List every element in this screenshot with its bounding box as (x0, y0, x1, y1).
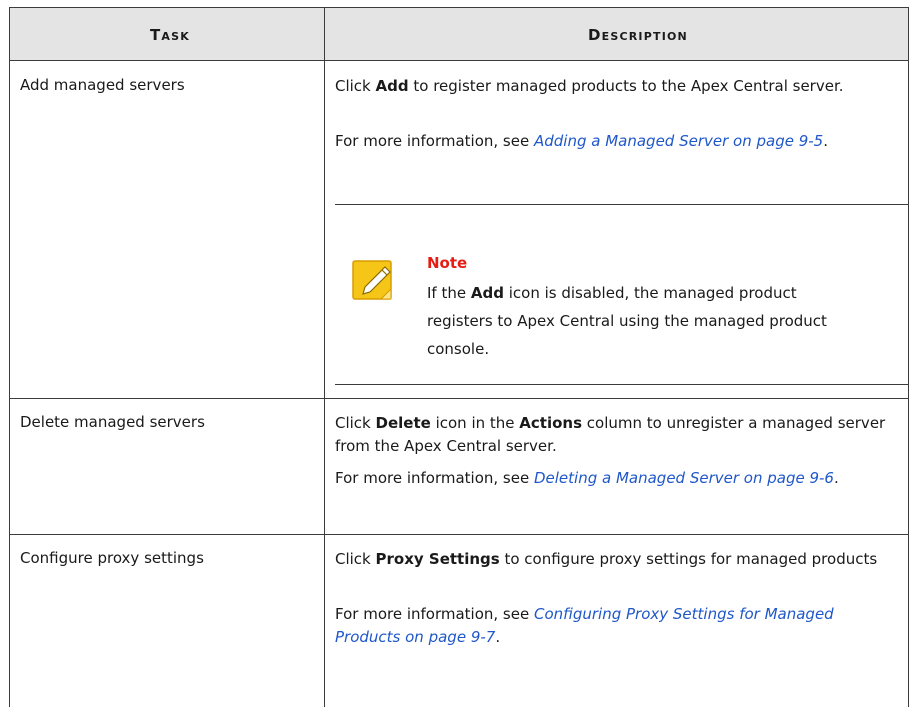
note-bottom-rule (335, 384, 909, 385)
link-adding-managed-server[interactable]: Adding a Managed Server on page 9-5 (534, 132, 823, 150)
row-divider (10, 534, 908, 535)
note-top-rule (335, 204, 909, 205)
more-info-paragraph: For more information, see Configuring Pr… (335, 605, 834, 646)
task-cell: Delete managed servers (20, 413, 205, 431)
description-paragraph: Click Add to register managed products t… (335, 77, 844, 95)
table-header: Task Description (10, 7, 908, 61)
note-title: Note (427, 254, 468, 272)
link-deleting-managed-server[interactable]: Deleting a Managed Server on page 9-6 (534, 469, 834, 487)
task-table: Task Description Add managed servers Cli… (9, 7, 909, 707)
column-header-task: Task (150, 26, 190, 44)
task-cell: Configure proxy settings (20, 549, 204, 567)
description-paragraph: Click Delete icon in the Actions column … (335, 414, 886, 455)
task-cell: Add managed servers (20, 76, 185, 94)
more-info-paragraph: For more information, see Deleting a Man… (335, 469, 839, 487)
note-text: If the Add icon is disabled, the managed… (427, 284, 827, 358)
note-pencil-icon (352, 260, 392, 300)
more-info-paragraph: For more information, see Adding a Manag… (335, 132, 829, 150)
column-divider (324, 7, 325, 707)
column-header-description: Description (588, 26, 688, 44)
row-divider (10, 398, 908, 399)
description-paragraph: Click Proxy Settings to configure proxy … (335, 550, 878, 568)
